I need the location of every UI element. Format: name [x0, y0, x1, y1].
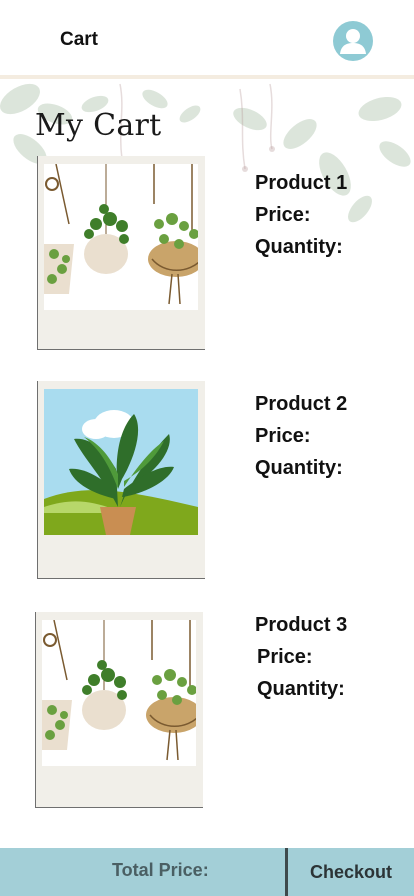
- product-info: Product 3 Price: Quantity:: [255, 609, 347, 705]
- hanging-plants-image: [44, 164, 198, 310]
- app-header: Cart: [0, 0, 414, 79]
- product-price-label: Price:: [257, 646, 313, 668]
- product-card-image[interactable]: [37, 156, 205, 350]
- total-price-label: Total Price:: [112, 860, 209, 880]
- checkout-bar: Total Price: Checkout: [0, 848, 414, 896]
- hanging-plants-image: [42, 620, 196, 766]
- product-info: Product 1 Price: Quantity:: [255, 167, 347, 263]
- monstera-plant-image: [44, 389, 198, 535]
- product-name: Product 3: [255, 614, 348, 636]
- product-name: Product 2: [255, 393, 348, 415]
- product-quantity-label: Quantity:: [257, 678, 345, 700]
- product-info: Product 2 Price: Quantity:: [255, 388, 347, 484]
- product-name: Product 1: [255, 172, 348, 194]
- checkout-button[interactable]: Checkout: [288, 848, 414, 896]
- product-card-image[interactable]: [37, 381, 205, 579]
- product-quantity-label: Quantity:: [255, 236, 343, 258]
- header-title: Cart: [60, 29, 99, 50]
- product-price-label: Price:: [255, 425, 311, 447]
- product-card-image[interactable]: [35, 612, 203, 808]
- page-title: My Cart: [35, 108, 162, 143]
- product-quantity-label: Quantity:: [255, 457, 343, 479]
- product-price-label: Price:: [255, 204, 311, 226]
- user-avatar-icon[interactable]: [333, 21, 373, 61]
